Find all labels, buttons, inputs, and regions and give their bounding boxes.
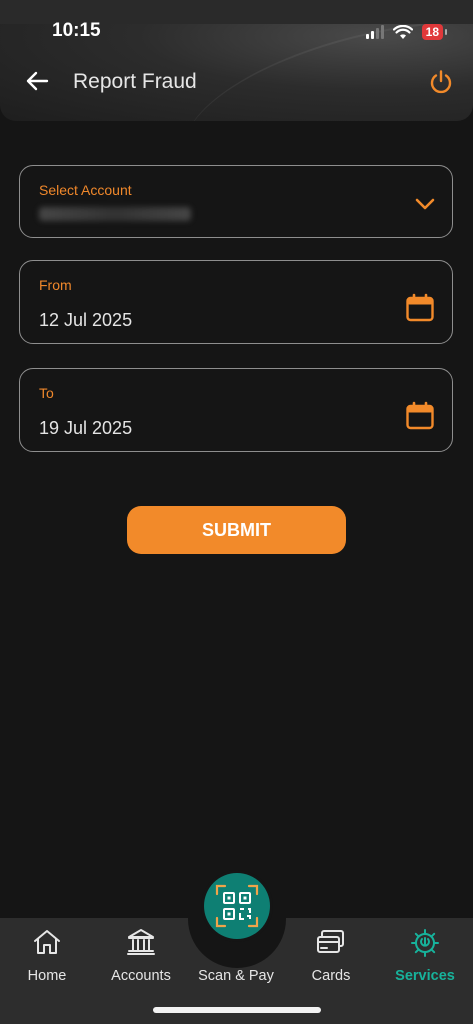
status-icons: 18 bbox=[365, 22, 448, 42]
to-date-value: 19 Jul 2025 bbox=[39, 418, 133, 438]
chevron-down-icon bbox=[415, 198, 435, 210]
nav-label-services: Services bbox=[395, 968, 455, 984]
wifi-icon bbox=[392, 24, 413, 39]
nav-label-cards: Cards bbox=[311, 968, 351, 984]
to-date-field[interactable]: To 19 Jul 2025 bbox=[19, 368, 453, 452]
nav-item-services[interactable]: Services bbox=[378, 918, 472, 998]
back-button[interactable] bbox=[24, 68, 50, 94]
page-title: Report Fraud bbox=[73, 70, 197, 93]
calendar-icon[interactable] bbox=[405, 293, 435, 323]
select-account-dropdown[interactable]: Select Account bbox=[19, 165, 453, 238]
select-account-label: Select Account bbox=[39, 182, 132, 198]
power-icon bbox=[430, 70, 452, 94]
cellular-signal-icon bbox=[365, 25, 384, 39]
nav-label-home: Home bbox=[27, 968, 67, 984]
scan-pay-button[interactable] bbox=[204, 873, 270, 939]
from-label: From bbox=[39, 277, 72, 293]
qr-code-icon bbox=[215, 884, 259, 928]
to-label: To bbox=[39, 385, 54, 401]
nav-label-accounts: Accounts bbox=[111, 968, 171, 984]
arrow-left-icon bbox=[26, 71, 49, 91]
status-time: 10:15 bbox=[52, 20, 101, 41]
home-icon bbox=[34, 930, 60, 954]
bank-icon bbox=[127, 929, 155, 955]
nav-item-home[interactable]: Home bbox=[0, 918, 94, 998]
nav-item-cards[interactable]: Cards bbox=[284, 918, 378, 998]
nav-label-scan-pay: Scan & Pay bbox=[198, 968, 274, 984]
logout-button[interactable] bbox=[427, 68, 455, 96]
from-date-field[interactable]: From 12 Jul 2025 bbox=[19, 260, 453, 344]
submit-button[interactable]: SUBMIT bbox=[127, 506, 346, 554]
home-indicator bbox=[153, 1007, 321, 1013]
battery-indicator: 18 bbox=[421, 24, 448, 40]
calendar-icon[interactable] bbox=[405, 401, 435, 431]
cards-icon bbox=[317, 930, 344, 953]
account-number-redacted bbox=[39, 207, 191, 221]
from-date-value: 12 Jul 2025 bbox=[39, 310, 133, 330]
nav-item-accounts[interactable]: Accounts bbox=[94, 918, 188, 998]
settings-icon bbox=[411, 929, 439, 957]
